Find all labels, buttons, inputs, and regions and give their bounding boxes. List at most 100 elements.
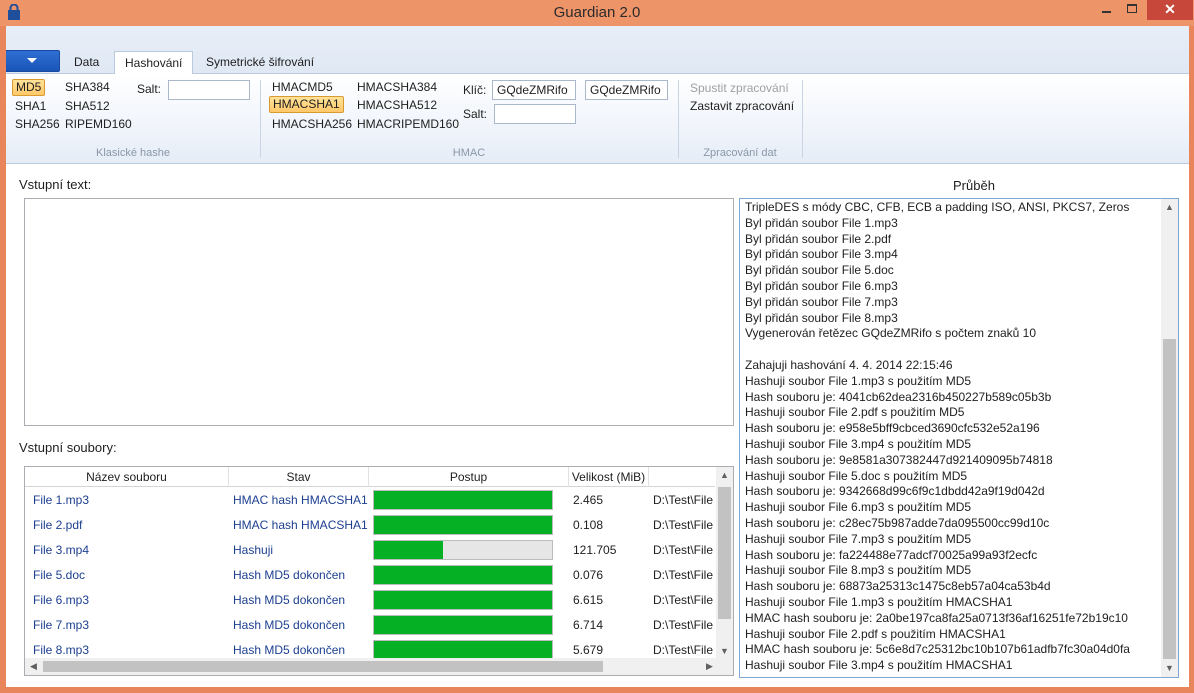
log-line: Byl přidán soubor File 6.mp3: [745, 278, 898, 293]
hmac-option-ripemd160[interactable]: HMACRIPEMD160: [354, 116, 462, 133]
maximize-icon: [1127, 4, 1137, 13]
progress-fill: [374, 516, 552, 534]
file-name-cell: File 7.mp3: [33, 618, 90, 632]
file-status-cell: HMAC hash HMACSHA1: [233, 493, 368, 507]
hash-option-sha256[interactable]: SHA256: [12, 116, 63, 133]
input-files-label: Vstupní soubory:: [19, 440, 117, 455]
table-row[interactable]: File 3.mp4 Hashuji 121.705 D:\Test\File 3.m…: [25, 538, 715, 563]
stop-processing-button[interactable]: Zastavit zpracování: [687, 98, 797, 115]
hmac-salt-input[interactable]: [494, 104, 576, 124]
table-row[interactable]: File 2.pdf HMAC hash HMACSHA1 0.108 D:\Test…: [25, 513, 715, 538]
progress-log[interactable]: TripleDES s módy CBC, CFB, ECB a padding…: [739, 198, 1179, 678]
scrollbar-corner: [716, 658, 733, 675]
file-path-cell: D:\Test\File 2.pdf: [653, 518, 715, 532]
files-horizontal-scrollbar[interactable]: ◀ ▶: [25, 658, 718, 675]
log-line: Byl přidán soubor File 3.mp4: [745, 247, 898, 262]
log-vertical-scrollbar[interactable]: ▲ ▼: [1161, 199, 1178, 677]
hash-option-sha512[interactable]: SHA512: [62, 98, 113, 115]
hmac-option-sha384[interactable]: HMACSHA384: [354, 79, 440, 96]
hmac-key-generated-input[interactable]: [585, 80, 668, 100]
file-progress-bar: [373, 615, 553, 635]
file-status-cell: Hash MD5 dokončen: [233, 618, 346, 632]
log-line: Hashuji soubor File 3.mp4 s použitím MD5: [745, 436, 972, 451]
table-row[interactable]: File 7.mp3 Hash MD5 dokončen 6.714 D:\Test\…: [25, 613, 715, 638]
log-line: Byl přidán soubor File 1.mp3: [745, 215, 898, 230]
log-line: Hashuji soubor File 1.mp3 s použitím HMA…: [745, 594, 1013, 609]
file-name-cell: File 3.mp4: [33, 543, 90, 557]
classic-salt-input[interactable]: [168, 80, 250, 100]
scroll-thumb[interactable]: [1163, 339, 1176, 659]
scroll-thumb[interactable]: [43, 661, 603, 672]
ribbon-panel: MD5 SHA384 SHA1 SHA512 SHA256 RIPEMD160 …: [6, 74, 1189, 164]
start-processing-button[interactable]: Spustit zpracování: [687, 80, 792, 97]
ribbon-tab-strip: Data Hashování Symetrické šifrování: [6, 26, 1189, 75]
file-status-cell: Hash MD5 dokončen: [233, 568, 346, 582]
hmac-key-input[interactable]: [492, 80, 576, 100]
column-header-name[interactable]: Název souboru: [25, 467, 229, 487]
tab-symetricke-sifrovani[interactable]: Symetrické šifrování: [196, 51, 324, 75]
column-header-path[interactable]: [649, 467, 715, 487]
group-label-classic: Klasické hashe: [96, 147, 170, 159]
application-menu-button[interactable]: [6, 50, 60, 72]
hmac-option-md5[interactable]: HMACMD5: [269, 79, 336, 96]
hmac-option-sha256[interactable]: HMACSHA256: [269, 116, 355, 133]
hash-option-sha384[interactable]: SHA384: [62, 79, 113, 96]
hash-option-sha1[interactable]: SHA1: [12, 98, 49, 115]
hmac-option-sha1[interactable]: HMACSHA1: [269, 96, 344, 113]
scroll-up-icon[interactable]: ▲: [716, 467, 733, 484]
table-row[interactable]: File 5.doc Hash MD5 dokončen 0.076 D:\Test\…: [25, 563, 715, 588]
log-line: Hashuji soubor File 7.mp3 s použitím MD5: [745, 531, 972, 546]
log-line: Byl přidán soubor File 2.pdf: [745, 231, 892, 246]
log-line: Hash souboru je: 9342668d99c6f9c1dbdd42a…: [745, 484, 1045, 499]
table-row[interactable]: File 1.mp3 HMAC hash HMACSHA1 2.465 D:\Test…: [25, 488, 715, 513]
log-line: Byl přidán soubor File 7.mp3: [745, 294, 898, 309]
table-row[interactable]: File 6.mp3 Hash MD5 dokončen 6.615 D:\Test\…: [25, 588, 715, 613]
log-line: Hash souboru je: 68873a25313c1475c8eb57a…: [745, 579, 1051, 594]
hash-option-ripemd160[interactable]: RIPEMD160: [62, 116, 135, 133]
tab-data[interactable]: Data: [64, 51, 109, 75]
column-header-status[interactable]: Stav: [229, 467, 369, 487]
file-size-cell: 2.465: [573, 493, 604, 507]
close-button[interactable]: ✕: [1147, 0, 1193, 20]
group-label-hmac: HMAC: [452, 147, 486, 159]
file-size-cell: 0.108: [573, 518, 604, 532]
main-window: Data Hashování Symetrické šifrování MD5 …: [6, 26, 1189, 687]
scroll-thumb[interactable]: [718, 487, 731, 619]
minimize-button[interactable]: [1093, 0, 1119, 20]
hmac-option-sha512[interactable]: HMACSHA512: [354, 97, 440, 114]
scroll-down-icon[interactable]: ▼: [1161, 660, 1178, 677]
progress-log-label: Průběh: [953, 178, 995, 193]
tab-hashovani[interactable]: Hashování: [114, 51, 194, 75]
log-line: Hashuji soubor File 6.mp3 s použitím MD5: [745, 500, 972, 515]
input-text-area[interactable]: [24, 198, 734, 426]
column-header-progress[interactable]: Postup: [369, 467, 569, 487]
log-line: Hashuji soubor File 3.mp4 s použitím HMA…: [745, 658, 1013, 673]
column-header-size[interactable]: Velikost (MiB): [569, 467, 649, 487]
title-bar[interactable]: Guardian 2.0 ✕: [0, 0, 1194, 26]
hmac-salt-label: Salt:: [463, 107, 488, 121]
scroll-up-icon[interactable]: ▲: [1161, 199, 1178, 216]
file-name-cell: File 2.pdf: [33, 518, 83, 532]
hash-option-md5[interactable]: MD5: [12, 79, 46, 96]
files-grid[interactable]: Název souboru Stav Postup Velikost (MiB)…: [24, 466, 734, 676]
file-name-cell: File 5.doc: [33, 568, 86, 582]
progress-fill: [374, 491, 552, 509]
file-size-cell: 6.615: [573, 593, 604, 607]
group-divider: [802, 80, 803, 158]
log-line: HMAC hash souboru je: 5c6e8d7c25312bc10b…: [745, 642, 1130, 657]
maximize-button[interactable]: [1119, 0, 1145, 20]
log-line: Vygenerován řetězec GQdeZMRifo s počtem …: [745, 326, 1037, 341]
progress-fill: [374, 641, 552, 659]
close-icon: ✕: [1164, 1, 1176, 17]
files-vertical-scrollbar[interactable]: ▲ ▼: [716, 467, 733, 660]
log-line: Byl přidán soubor File 5.doc: [745, 263, 894, 278]
file-progress-bar: [373, 565, 553, 585]
log-line: Hash souboru je: fa224488e77adcf70025a99…: [745, 547, 1038, 562]
scroll-left-icon[interactable]: ◀: [25, 658, 42, 675]
file-status-cell: Hashuji: [233, 543, 274, 557]
file-progress-bar: [373, 490, 553, 510]
log-line: Hashuji soubor File 8.mp3 s použitím MD5: [745, 563, 972, 578]
classic-salt-label: Salt:: [137, 82, 162, 96]
log-line: Zahajuji hashování 4. 4. 2014 22:15:46: [745, 357, 953, 372]
file-status-cell: Hash MD5 dokončen: [233, 593, 346, 607]
